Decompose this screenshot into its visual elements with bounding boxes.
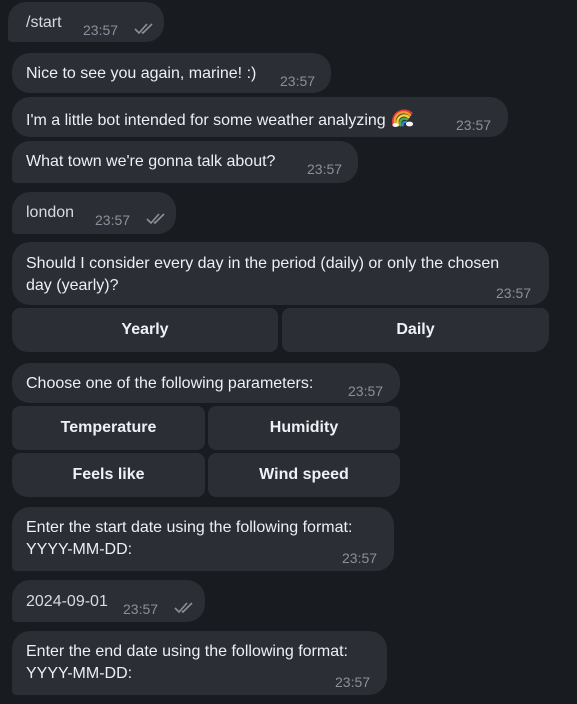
- message-start-command: /start 23:57: [8, 2, 164, 42]
- rainbow-emoji-icon: [391, 109, 413, 127]
- message-text-line2: YYYY-MM-DD:: [26, 665, 133, 682]
- message-time: 23:57: [348, 383, 384, 399]
- message-text: Nice to see you again, marine! :): [26, 65, 257, 82]
- message-text: 2024-09-01: [26, 593, 108, 610]
- message-time: 23:57: [342, 550, 378, 566]
- message-time: 23:57: [307, 161, 343, 177]
- message-time: 23:57: [123, 601, 159, 617]
- message-text: What town we're gonna talk about?: [26, 153, 276, 170]
- message-start-date-value: 2024-09-01 23:57: [12, 580, 205, 622]
- message-text-line2: YYYY-MM-DD:: [26, 541, 133, 558]
- message-time: 23:57: [496, 285, 532, 301]
- message-text-line1: Enter the start date using the following…: [26, 519, 353, 536]
- double-check-icon: [146, 213, 165, 225]
- message-time: 23:57: [335, 674, 371, 690]
- message-text-line1: Enter the end date using the following f…: [26, 643, 348, 660]
- message-text: I'm a little bot intended for some weath…: [26, 108, 414, 131]
- bot-message-end-date: Enter the end date using the following f…: [12, 631, 387, 695]
- bot-message-greeting: Nice to see you again, marine! :) 23:57: [12, 53, 331, 93]
- bot-message-intro: I'm a little bot intended for some weath…: [12, 97, 508, 137]
- message-text: /start: [26, 14, 62, 31]
- humidity-button[interactable]: Humidity: [208, 406, 400, 450]
- message-text: london: [26, 204, 75, 221]
- message-text: Choose one of the following parameters:: [26, 375, 314, 392]
- temperature-button[interactable]: Temperature: [12, 406, 205, 450]
- feels-like-button[interactable]: Feels like: [12, 453, 205, 497]
- message-text-line2: day (yearly)?: [26, 277, 119, 294]
- yearly-button[interactable]: Yearly: [12, 308, 278, 352]
- daily-button[interactable]: Daily: [282, 308, 549, 352]
- message-text-line1: Should I consider every day in the perio…: [26, 255, 500, 272]
- message-text-content: I'm a little bot intended for some weath…: [26, 112, 386, 129]
- bot-message-ask-town: What town we're gonna talk about? 23:57: [12, 141, 358, 183]
- message-time: 23:57: [280, 73, 316, 89]
- bot-message-choose-parameter: Choose one of the following parameters: …: [12, 363, 400, 403]
- wind-speed-button[interactable]: Wind speed: [208, 453, 400, 497]
- double-check-icon: [174, 602, 193, 614]
- message-time: 23:57: [83, 22, 119, 38]
- double-check-icon: [134, 23, 153, 35]
- message-town: london 23:57: [12, 192, 176, 234]
- bot-message-start-date: Enter the start date using the following…: [12, 507, 394, 571]
- bot-message-period-question: Should I consider every day in the perio…: [12, 242, 549, 305]
- message-time: 23:57: [95, 212, 131, 228]
- chat-history: /start 23:57 Nice to see you again, mari…: [0, 0, 577, 704]
- message-time: 23:57: [456, 117, 492, 133]
